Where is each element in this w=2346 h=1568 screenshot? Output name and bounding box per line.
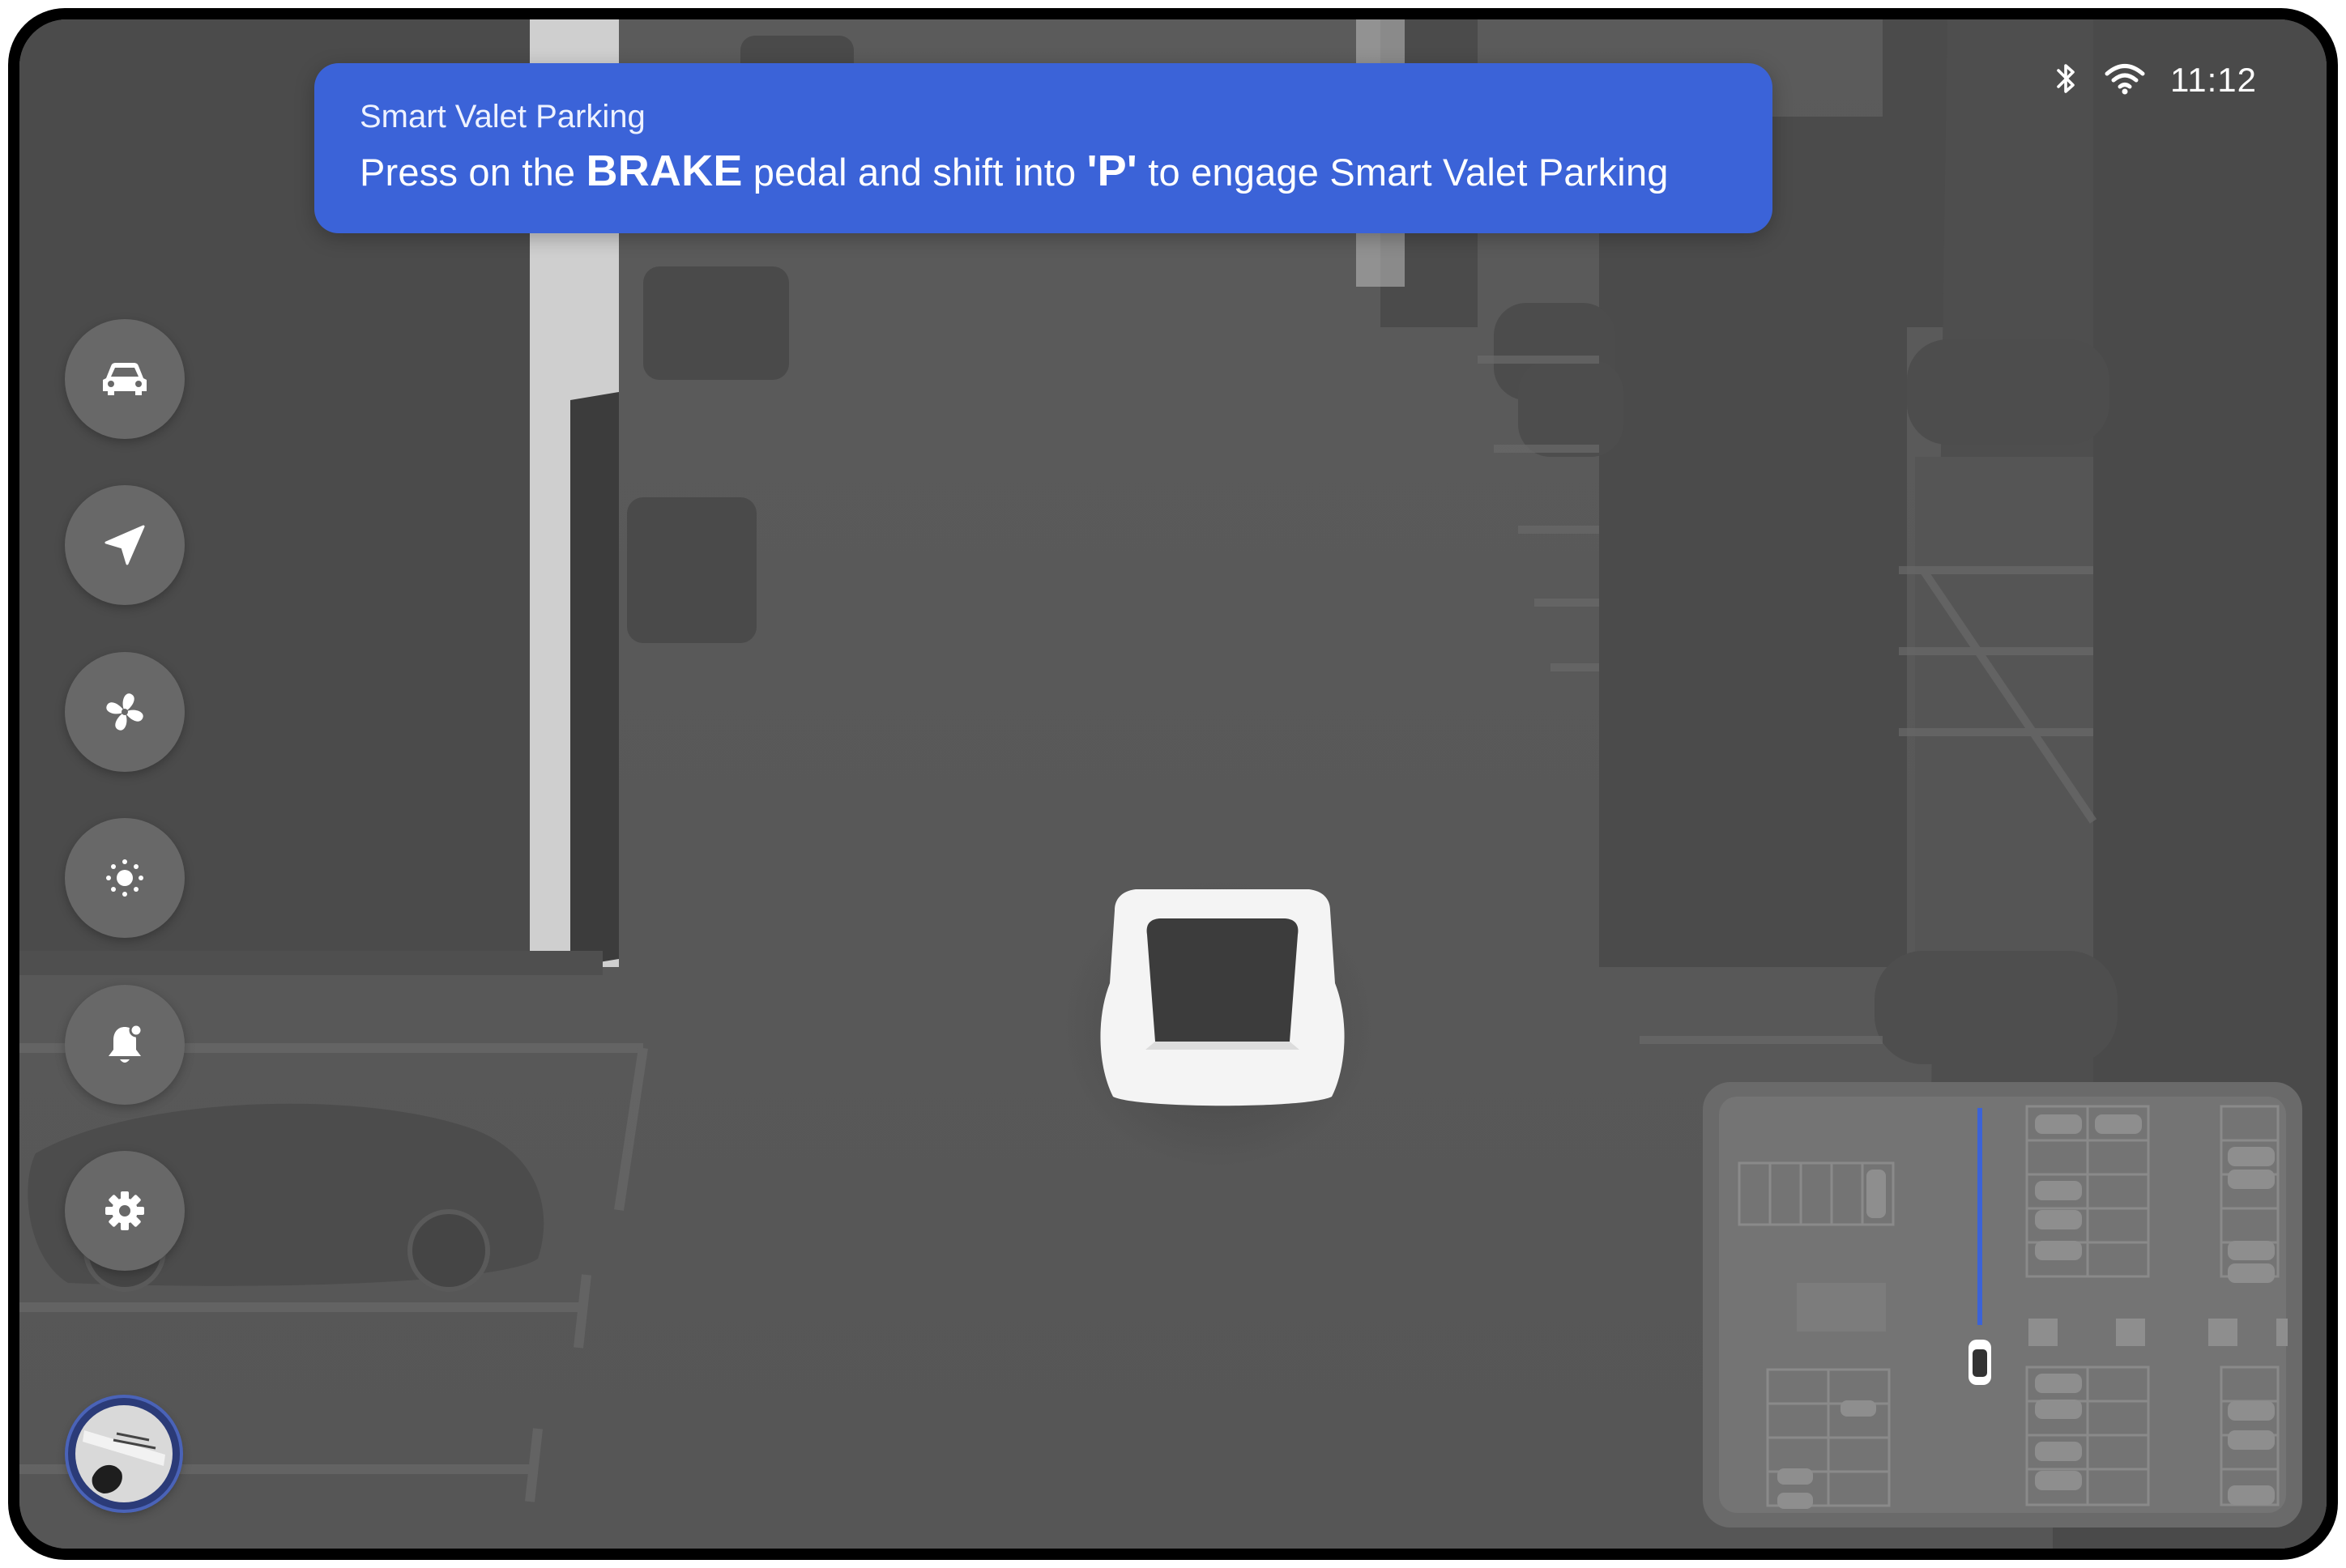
sidebar-item-display[interactable] — [65, 818, 185, 938]
banner-message-part: pedal and shift into — [742, 151, 1087, 194]
minimap-car-marker — [1969, 1340, 1991, 1385]
device-frame: Smart Valet Parking Press on the BRAKE p… — [8, 8, 2338, 1560]
fan-icon — [106, 693, 143, 731]
parking-minimap[interactable] — [1703, 1082, 2302, 1528]
status-bar: 11:12 — [2054, 52, 2257, 109]
banner-title: Smart Valet Parking — [360, 99, 646, 134]
gear-p-emphasis: 'P' — [1086, 147, 1137, 195]
right-pillar — [1599, 117, 1907, 967]
valet-parking-banner: Smart Valet Parking Press on the BRAKE p… — [314, 63, 1772, 233]
banner-message-part: Press on the — [360, 151, 586, 194]
banner-message-part: to engage Smart Valet Parking — [1137, 151, 1669, 194]
profile-avatar-image — [75, 1405, 173, 1502]
sidebar-item-notifications[interactable] — [65, 985, 185, 1105]
parking-garage-view: Smart Valet Parking Press on the BRAKE p… — [19, 19, 2327, 1549]
sidebar-item-car[interactable] — [65, 319, 185, 439]
wifi-icon[interactable] — [2104, 62, 2146, 100]
brake-emphasis: BRAKE — [586, 147, 743, 195]
minimap-layout — [1719, 1097, 2288, 1513]
brightness-icon — [106, 859, 143, 897]
sidebar-item-climate[interactable] — [65, 652, 185, 772]
sidebar-item-navigation[interactable] — [65, 485, 185, 605]
car-icon — [103, 363, 147, 395]
banner-message: Press on the BRAKE pedal and shift into … — [360, 146, 1669, 196]
bell-icon — [109, 1023, 143, 1063]
clock: 11:12 — [2170, 61, 2257, 99]
ego-car — [1100, 889, 1345, 1106]
gear-icon — [105, 1191, 144, 1230]
profile-avatar[interactable] — [68, 1398, 180, 1510]
bluetooth-icon[interactable] — [2054, 59, 2079, 102]
navigation-arrow-icon — [105, 525, 145, 565]
sidebar-item-settings[interactable] — [65, 1151, 185, 1271]
